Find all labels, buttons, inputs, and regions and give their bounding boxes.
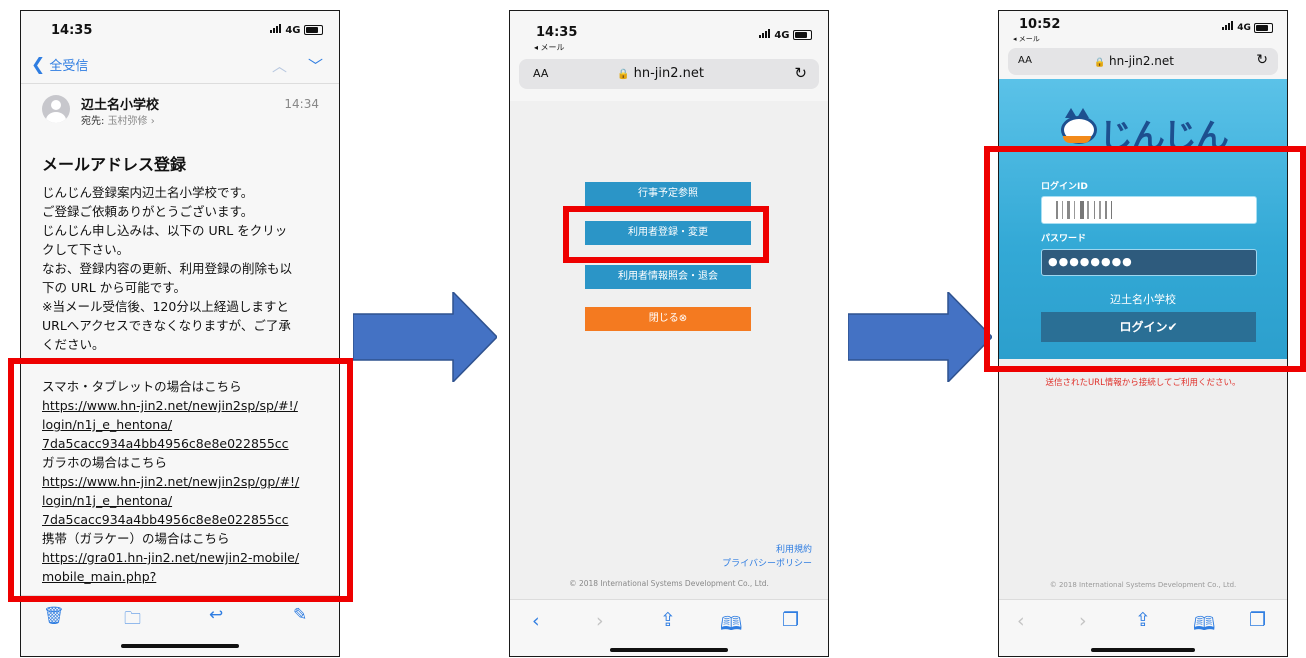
- back-button[interactable]: ❮ 全受信: [31, 55, 88, 75]
- trash-icon[interactable]: 🗑: [43, 606, 65, 626]
- mail-body: じんじん登録案内辺土名小学校です。 ご登録ご依頼ありがとうございます。 じんじん…: [42, 185, 293, 352]
- arrow-right-icon: [848, 292, 992, 382]
- sender-name: 辺土名小学校: [81, 98, 160, 113]
- home-indicator: [121, 644, 239, 648]
- signal-icon: [1222, 21, 1234, 30]
- network-type: 4G: [285, 25, 301, 36]
- signal-icon: [758, 29, 771, 38]
- battery-icon: [304, 25, 323, 35]
- battery-icon: [793, 30, 812, 40]
- share-icon[interactable]: ⇪: [1135, 609, 1151, 631]
- copyright: © 2018 International Systems Development…: [1049, 581, 1237, 589]
- back-icon[interactable]: ‹: [532, 610, 540, 632]
- text-size-button[interactable]: AA: [533, 67, 548, 80]
- share-icon[interactable]: ⇪: [660, 609, 676, 631]
- tabs-icon[interactable]: ❐: [1249, 609, 1266, 631]
- safari-toolbar: ‹ › ⇪ 🕮 ❐: [510, 599, 828, 656]
- signal-icon: [269, 24, 282, 33]
- mail-toolbar: 🗑 🗀 ↩ ✎: [21, 595, 339, 656]
- status-time: 10:52: [1019, 17, 1061, 32]
- avatar: [42, 95, 70, 123]
- back-icon[interactable]: ‹: [1017, 610, 1025, 632]
- tabs-icon[interactable]: ❐: [782, 609, 799, 631]
- highlight-box-mail-links: [8, 358, 353, 602]
- lock-icon: 🔒: [617, 69, 630, 80]
- bookmarks-icon[interactable]: 🕮: [720, 610, 742, 642]
- copyright: © 2018 International Systems Development…: [569, 579, 769, 588]
- reload-icon[interactable]: ↻: [1256, 52, 1268, 68]
- address-bar[interactable]: AA 🔒 hn-jin2.net ↻: [519, 59, 819, 89]
- compose-icon[interactable]: ✎: [293, 605, 307, 625]
- text-size-button[interactable]: AA: [1018, 55, 1032, 66]
- status-time: 14:35: [51, 23, 93, 38]
- notice-text: 送信されたURL情報から接続してご利用ください。: [1045, 378, 1241, 388]
- previous-message-icon[interactable]: ︿: [272, 55, 287, 76]
- address-bar[interactable]: AA 🔒 hn-jin2.net ↻: [1008, 48, 1278, 75]
- status-icons: 4G: [1222, 21, 1273, 33]
- logo-mascot-icon: [1059, 108, 1097, 144]
- recipient[interactable]: 宛先: 玉村弥修 ›: [81, 112, 155, 127]
- bookmarks-icon[interactable]: 🕮: [1193, 610, 1215, 642]
- mail-subject: メールアドレス登録: [42, 155, 187, 174]
- safari-toolbar: ‹ › ⇪ 🕮 ❐: [999, 599, 1287, 656]
- battery-icon: [1254, 22, 1273, 33]
- home-indicator: [610, 648, 728, 652]
- back-to-app[interactable]: ◂ メール: [1013, 34, 1040, 44]
- status-icons: 4G: [758, 29, 812, 41]
- home-indicator: [1091, 648, 1195, 652]
- close-button[interactable]: 閉じる⊗: [585, 307, 751, 331]
- highlight-box-login-form: [984, 146, 1306, 372]
- status-icons: 4G: [269, 24, 323, 36]
- lock-icon: 🔒: [1094, 58, 1106, 68]
- forward-icon[interactable]: ›: [596, 610, 604, 632]
- url-domain: hn-jin2.net: [1109, 54, 1175, 68]
- folder-icon[interactable]: 🗀: [124, 606, 141, 635]
- back-label: 全受信: [49, 59, 89, 74]
- forward-icon[interactable]: ›: [1079, 610, 1087, 632]
- chevron-left-icon: ❮: [31, 55, 46, 75]
- url-domain: hn-jin2.net: [633, 66, 704, 81]
- menu-screen: 14:35 ◂ メール 4G AA 🔒 hn-jin2.net ↻ 行事予定参照…: [509, 10, 829, 657]
- highlight-box-registration: [563, 206, 769, 263]
- arrow-right-icon: [353, 292, 497, 382]
- terms-link[interactable]: 利用規約: [776, 542, 812, 555]
- received-time: 14:34: [284, 97, 319, 111]
- chevron-right-icon: ›: [150, 116, 155, 127]
- reload-icon[interactable]: ↻: [794, 64, 807, 82]
- privacy-link[interactable]: プライバシーポリシー: [722, 556, 812, 569]
- user-info-button[interactable]: 利用者情報照会・退会: [585, 265, 751, 289]
- event-schedule-button[interactable]: 行事予定参照: [585, 182, 751, 206]
- status-time: 14:35: [536, 25, 578, 40]
- next-message-icon[interactable]: ﹀: [308, 55, 323, 76]
- back-to-app[interactable]: ◂ メール: [534, 42, 565, 53]
- reply-icon[interactable]: ↩: [209, 605, 223, 625]
